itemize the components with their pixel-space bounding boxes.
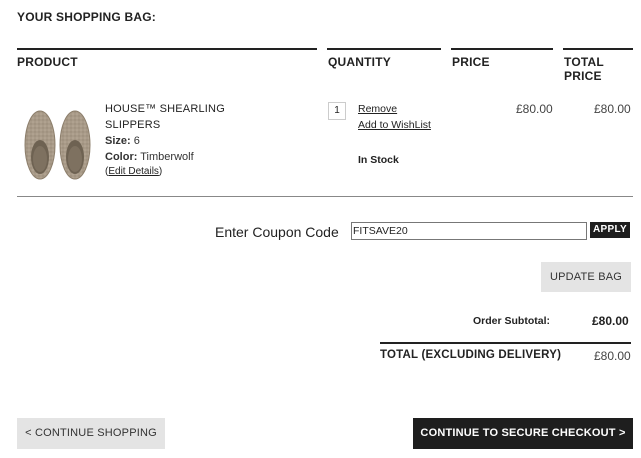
item-total-price: £80.00 [594,102,631,116]
product-column-rule [17,48,317,50]
slippers-icon [24,110,91,180]
stock-status: In Stock [358,154,399,166]
product-color: Color: Timberwolf [105,151,194,163]
add-to-wishlist-link[interactable]: Add to WishList [358,119,431,131]
page-title: YOUR SHOPPING BAG: [17,10,156,24]
item-row-divider [17,196,633,197]
column-header-price: PRICE [452,55,490,69]
continue-shopping-button[interactable]: < CONTINUE SHOPPING [17,418,165,449]
quantity-column-rule [327,48,441,50]
order-subtotal-value: £80.00 [592,314,629,328]
edit-details: (Edit Details) [105,166,162,177]
column-header-quantity: QUANTITY [328,55,391,69]
secure-checkout-button[interactable]: CONTINUE TO SECURE CHECKOUT > [413,418,633,449]
slippers-product-image[interactable] [20,105,96,183]
edit-details-link[interactable]: Edit Details [108,166,159,177]
order-subtotal-label: Order Subtotal: [473,315,551,327]
quantity-field[interactable]: 1 [328,102,346,120]
size-label: Size: [105,135,131,147]
total-divider [380,342,631,344]
update-bag-button[interactable]: UPDATE BAG [541,262,631,292]
color-value: Timberwolf [140,151,194,163]
remove-link[interactable]: Remove [358,103,397,115]
color-label: Color: [105,151,138,163]
price-column-rule [451,48,553,50]
total-price-column-rule [563,48,633,50]
size-value: 6 [133,135,140,147]
coupon-label: Enter Coupon Code [215,224,339,240]
apply-coupon-button[interactable]: APPLY [590,222,630,238]
product-size: Size: 6 [105,135,140,147]
coupon-code-input[interactable] [351,222,587,240]
item-price: £80.00 [516,102,553,116]
order-total-value: £80.00 [594,349,631,363]
column-header-total-price: TOTAL PRICE [564,55,604,83]
product-name[interactable]: HOUSE™ SHEARLING SLIPPERS [105,101,245,133]
order-total-label: TOTAL (EXCLUDING DELIVERY) [380,349,562,361]
column-header-product: PRODUCT [17,55,78,69]
edit-close-paren: ) [158,166,163,177]
